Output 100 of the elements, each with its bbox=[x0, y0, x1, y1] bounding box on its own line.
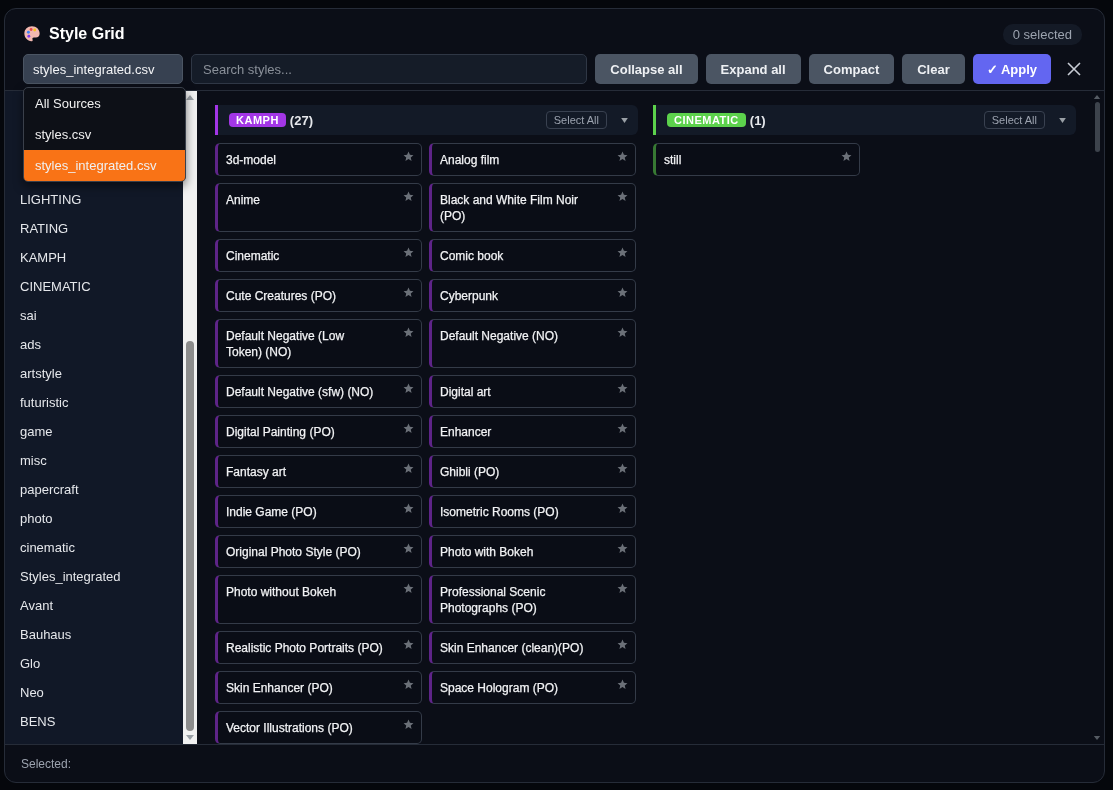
star-icon[interactable] bbox=[617, 287, 628, 299]
scroll-up-icon[interactable] bbox=[185, 94, 195, 101]
window-title: Style Grid bbox=[49, 25, 125, 43]
star-icon[interactable] bbox=[617, 191, 628, 203]
star-icon[interactable] bbox=[617, 327, 628, 339]
close-icon[interactable] bbox=[1066, 61, 1082, 77]
star-icon[interactable] bbox=[403, 543, 414, 555]
star-icon[interactable] bbox=[617, 639, 628, 651]
apply-button[interactable]: ✓ Apply bbox=[972, 54, 1051, 84]
star-icon[interactable] bbox=[403, 503, 414, 515]
style-card[interactable]: Digital art bbox=[429, 375, 636, 409]
sidebar-item[interactable]: BENS bbox=[5, 707, 183, 737]
style-card[interactable]: Anime bbox=[215, 183, 422, 233]
sidebar-item[interactable]: CINEMATIC bbox=[5, 272, 183, 302]
style-card[interactable]: Realistic Photo Portraits (PO) bbox=[215, 631, 422, 665]
star-icon[interactable] bbox=[617, 423, 628, 435]
sidebar-item[interactable]: papercraft bbox=[5, 475, 183, 505]
star-icon[interactable] bbox=[617, 583, 628, 595]
sidebar-item[interactable]: game bbox=[5, 417, 183, 447]
sidebar-item[interactable]: futuristic bbox=[5, 388, 183, 418]
style-card[interactable]: Skin Enhancer (clean)(PO) bbox=[429, 631, 636, 665]
sidebar-item[interactable]: Styles_integrated bbox=[5, 562, 183, 592]
style-card[interactable]: Photo with Bokeh bbox=[429, 535, 636, 569]
sidebar-item[interactable]: misc bbox=[5, 446, 183, 476]
style-card[interactable]: Cute Creatures (PO) bbox=[215, 279, 422, 313]
star-icon[interactable] bbox=[403, 583, 414, 595]
scrollbar[interactable] bbox=[183, 91, 197, 745]
group-count: (27) bbox=[289, 112, 313, 128]
style-card[interactable]: Professional Scenic Photographs (PO) bbox=[429, 575, 636, 625]
style-card[interactable]: Photo without Bokeh bbox=[215, 575, 422, 625]
style-card[interactable]: Enhancer bbox=[429, 415, 636, 449]
star-icon[interactable] bbox=[617, 679, 628, 691]
source-select[interactable]: styles_integrated.csv bbox=[23, 54, 183, 84]
star-icon[interactable] bbox=[403, 423, 414, 435]
palette-icon bbox=[23, 25, 41, 43]
star-icon[interactable] bbox=[617, 543, 628, 555]
style-card[interactable]: Indie Game (PO) bbox=[215, 495, 422, 529]
star-icon[interactable] bbox=[403, 151, 414, 163]
selected-count: 0 selected bbox=[1002, 23, 1082, 45]
group-tag: CINEMATIC bbox=[667, 113, 746, 128]
style-card[interactable]: Default Negative (sfw) (NO) bbox=[215, 375, 422, 409]
style-card[interactable]: Isometric Rooms (PO) bbox=[429, 495, 636, 529]
toolbar-button[interactable]: Clear bbox=[902, 54, 965, 84]
dropdown-option[interactable]: All Sources bbox=[24, 88, 185, 120]
dropdown-option[interactable]: styles.csv bbox=[24, 119, 185, 151]
search-field[interactable]: Search styles... bbox=[191, 54, 588, 84]
toolbar-button[interactable]: Compact bbox=[808, 54, 895, 84]
star-icon[interactable] bbox=[617, 503, 628, 515]
style-card[interactable]: still bbox=[653, 143, 860, 177]
style-card[interactable]: 3d-model bbox=[215, 143, 422, 177]
sidebar-item[interactable]: sai bbox=[5, 301, 183, 331]
style-card[interactable]: Ghibli (PO) bbox=[429, 455, 636, 489]
style-card[interactable]: Analog film bbox=[429, 143, 636, 177]
style-card[interactable]: Cyberpunk bbox=[429, 279, 636, 313]
style-card[interactable]: Default Negative (NO) bbox=[429, 319, 636, 369]
star-icon[interactable] bbox=[617, 247, 628, 259]
star-icon[interactable] bbox=[403, 287, 414, 299]
star-icon[interactable] bbox=[617, 463, 628, 475]
scroll-down-icon[interactable] bbox=[185, 735, 195, 742]
caret-icon[interactable] bbox=[621, 117, 628, 123]
select-all-button[interactable]: Select All bbox=[545, 111, 607, 130]
sidebar-item[interactable]: LIGHTING bbox=[5, 185, 183, 215]
sidebar-item[interactable]: cinematic bbox=[5, 533, 183, 563]
star-icon[interactable] bbox=[403, 463, 414, 475]
toolbar-button[interactable]: Collapse all bbox=[595, 54, 698, 84]
style-card[interactable]: Vector Illustrations (PO) bbox=[215, 711, 422, 745]
sidebar-item[interactable]: Avant bbox=[5, 591, 183, 621]
style-card[interactable]: Black and White Film Noir (PO) bbox=[429, 183, 636, 233]
style-card[interactable]: Default Negative (Low Token) (NO) bbox=[215, 319, 422, 369]
sidebar-item[interactable]: KAMPH bbox=[5, 243, 183, 273]
sidebar-item[interactable]: artstyle bbox=[5, 359, 183, 389]
star-icon[interactable] bbox=[617, 151, 628, 163]
selected-label: Selected: bbox=[21, 756, 72, 771]
star-icon[interactable] bbox=[403, 679, 414, 691]
star-icon[interactable] bbox=[617, 383, 628, 395]
style-card[interactable]: Fantasy art bbox=[215, 455, 422, 489]
caret-icon[interactable] bbox=[1059, 117, 1066, 123]
star-icon[interactable] bbox=[403, 247, 414, 259]
sidebar-item[interactable]: RATING bbox=[5, 214, 183, 244]
sidebar-item[interactable]: ads bbox=[5, 330, 183, 360]
style-card[interactable]: Cinematic bbox=[215, 239, 422, 273]
style-card[interactable]: Skin Enhancer (PO) bbox=[215, 671, 422, 705]
star-icon[interactable] bbox=[841, 151, 852, 163]
group-tag: KAMPH bbox=[229, 113, 286, 128]
star-icon[interactable] bbox=[403, 639, 414, 651]
star-icon[interactable] bbox=[403, 191, 414, 203]
star-icon[interactable] bbox=[403, 383, 414, 395]
sidebar-item[interactable]: photo bbox=[5, 504, 183, 534]
style-card[interactable]: Original Photo Style (PO) bbox=[215, 535, 422, 569]
toolbar-button[interactable]: Expand all bbox=[705, 54, 801, 84]
sidebar-item[interactable]: Bauhaus bbox=[5, 620, 183, 650]
scroll-down-icon[interactable] bbox=[1093, 736, 1101, 742]
sidebar-item[interactable]: Neo bbox=[5, 678, 183, 708]
sidebar-item[interactable]: Glo bbox=[5, 649, 183, 679]
select-all-button[interactable]: Select All bbox=[983, 111, 1045, 130]
star-icon[interactable] bbox=[403, 719, 414, 731]
style-card[interactable]: Comic book bbox=[429, 239, 636, 273]
star-icon[interactable] bbox=[403, 327, 414, 339]
style-card[interactable]: Digital Painting (PO) bbox=[215, 415, 422, 449]
style-card[interactable]: Space Hologram (PO) bbox=[429, 671, 636, 705]
